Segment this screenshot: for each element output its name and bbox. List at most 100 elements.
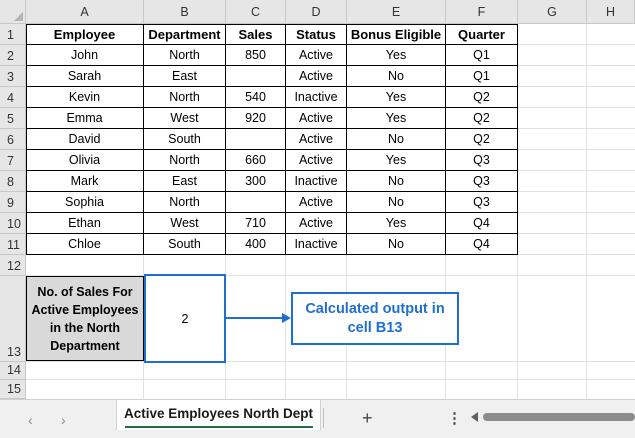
table-cell[interactable]: Active: [286, 108, 347, 129]
table-cell[interactable]: Yes: [347, 45, 446, 66]
table-cell[interactable]: [226, 192, 286, 213]
table-cell[interactable]: 400: [226, 234, 286, 255]
table-cell[interactable]: David: [26, 129, 144, 150]
table-cell[interactable]: Sophia: [26, 192, 144, 213]
prev-sheet-icon[interactable]: ‹: [28, 412, 33, 428]
table-header-cell[interactable]: Department: [144, 24, 226, 45]
row-header-5[interactable]: 5: [0, 108, 26, 129]
table-cell[interactable]: No: [347, 171, 446, 192]
select-all-corner[interactable]: [0, 0, 26, 24]
row-header-13[interactable]: 13: [0, 276, 26, 362]
table-cell[interactable]: South: [144, 234, 226, 255]
table-cell[interactable]: Q4: [446, 213, 518, 234]
table-cell[interactable]: No: [347, 66, 446, 87]
table-cell[interactable]: Q2: [446, 108, 518, 129]
table-cell[interactable]: Inactive: [286, 171, 347, 192]
table-cell[interactable]: 920: [226, 108, 286, 129]
table-cell[interactable]: Active: [286, 213, 347, 234]
table-cell[interactable]: Chloe: [26, 234, 144, 255]
row-header-14[interactable]: 14: [0, 362, 26, 380]
row-header-11[interactable]: 11: [0, 234, 26, 255]
table-cell[interactable]: Q3: [446, 192, 518, 213]
table-cell[interactable]: Q2: [446, 129, 518, 150]
table-cell[interactable]: East: [144, 171, 226, 192]
column-header-g[interactable]: G: [518, 0, 587, 24]
table-cell[interactable]: Inactive: [286, 87, 347, 108]
table-cell[interactable]: 710: [226, 213, 286, 234]
table-cell[interactable]: Q4: [446, 234, 518, 255]
table-header-cell[interactable]: Bonus Eligible: [347, 24, 446, 45]
table-cell[interactable]: Active: [286, 66, 347, 87]
table-cell[interactable]: 540: [226, 87, 286, 108]
table-cell[interactable]: West: [144, 213, 226, 234]
column-header-b[interactable]: B: [144, 0, 226, 24]
next-sheet-icon[interactable]: ›: [61, 412, 66, 428]
table-cell[interactable]: 850: [226, 45, 286, 66]
row-header-7[interactable]: 7: [0, 150, 26, 171]
table-cell[interactable]: North: [144, 87, 226, 108]
table-cell[interactable]: Active: [286, 45, 347, 66]
table-cell[interactable]: Active: [286, 192, 347, 213]
more-options-icon[interactable]: ⋮: [447, 409, 462, 427]
summary-label-cell-a13[interactable]: No. of Sales For Active Employees in the…: [26, 276, 144, 361]
table-cell[interactable]: No: [347, 129, 446, 150]
callout-box[interactable]: Calculated output in cell B13: [291, 292, 459, 345]
row-header-15[interactable]: 15: [0, 380, 26, 399]
table-cell[interactable]: Emma: [26, 108, 144, 129]
table-cell[interactable]: 660: [226, 150, 286, 171]
table-cell[interactable]: [226, 129, 286, 150]
table-cell[interactable]: South: [144, 129, 226, 150]
table-cell[interactable]: East: [144, 66, 226, 87]
table-cell[interactable]: Yes: [347, 150, 446, 171]
add-sheet-icon[interactable]: +: [362, 408, 373, 429]
horizontal-scrollbar[interactable]: [471, 412, 635, 423]
table-cell[interactable]: Inactive: [286, 234, 347, 255]
table-cell[interactable]: [226, 66, 286, 87]
column-header-h[interactable]: H: [587, 0, 635, 24]
table-cell[interactable]: Olivia: [26, 150, 144, 171]
column-header-c[interactable]: C: [226, 0, 286, 24]
table-cell[interactable]: Q3: [446, 171, 518, 192]
row-header-9[interactable]: 9: [0, 192, 26, 213]
table-cell[interactable]: John: [26, 45, 144, 66]
column-header-a[interactable]: A: [26, 0, 144, 24]
table-cell[interactable]: Mark: [26, 171, 144, 192]
scroll-left-icon[interactable]: [471, 412, 478, 422]
table-cell[interactable]: Active: [286, 150, 347, 171]
row-header-3[interactable]: 3: [0, 66, 26, 87]
table-cell[interactable]: Q2: [446, 87, 518, 108]
table-cell[interactable]: Yes: [347, 108, 446, 129]
table-cell[interactable]: Yes: [347, 87, 446, 108]
column-header-f[interactable]: F: [446, 0, 518, 24]
row-header-2[interactable]: 2: [0, 45, 26, 66]
table-header-cell[interactable]: Status: [286, 24, 347, 45]
column-header-e[interactable]: E: [347, 0, 446, 24]
table-cell[interactable]: North: [144, 45, 226, 66]
table-cell[interactable]: Sarah: [26, 66, 144, 87]
row-header-10[interactable]: 10: [0, 213, 26, 234]
column-header-d[interactable]: D: [286, 0, 347, 24]
row-header-1[interactable]: 1: [0, 24, 26, 45]
row-header-8[interactable]: 8: [0, 171, 26, 192]
table-cell[interactable]: North: [144, 192, 226, 213]
table-cell[interactable]: Kevin: [26, 87, 144, 108]
table-cell[interactable]: North: [144, 150, 226, 171]
table-cell[interactable]: Ethan: [26, 213, 144, 234]
table-header-cell[interactable]: Sales: [226, 24, 286, 45]
row-header-4[interactable]: 4: [0, 87, 26, 108]
table-cell[interactable]: 300: [226, 171, 286, 192]
result-cell-b13[interactable]: 2: [144, 274, 226, 363]
table-header-cell[interactable]: Employee: [26, 24, 144, 45]
table-header-cell[interactable]: Quarter: [446, 24, 518, 45]
row-header-6[interactable]: 6: [0, 129, 26, 150]
table-cell[interactable]: Active: [286, 129, 347, 150]
table-cell[interactable]: No: [347, 234, 446, 255]
table-cell[interactable]: Yes: [347, 213, 446, 234]
table-cell[interactable]: West: [144, 108, 226, 129]
table-cell[interactable]: No: [347, 192, 446, 213]
scrollbar-thumb[interactable]: [483, 413, 635, 421]
row-header-12[interactable]: 12: [0, 255, 26, 276]
table-cell[interactable]: Q3: [446, 150, 518, 171]
table-cell[interactable]: Q1: [446, 66, 518, 87]
table-cell[interactable]: Q1: [446, 45, 518, 66]
